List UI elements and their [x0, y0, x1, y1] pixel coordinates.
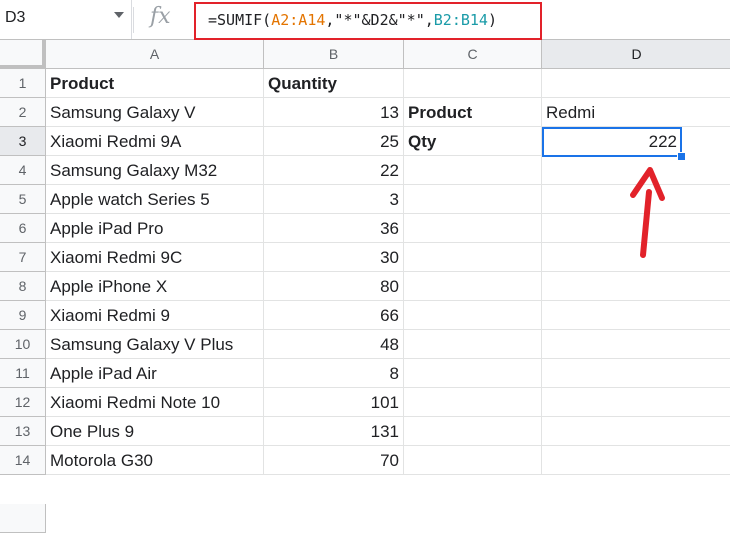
arrow-shaft [640, 189, 652, 258]
row-header-15[interactable] [0, 504, 46, 533]
annotation-arrow [630, 167, 665, 258]
